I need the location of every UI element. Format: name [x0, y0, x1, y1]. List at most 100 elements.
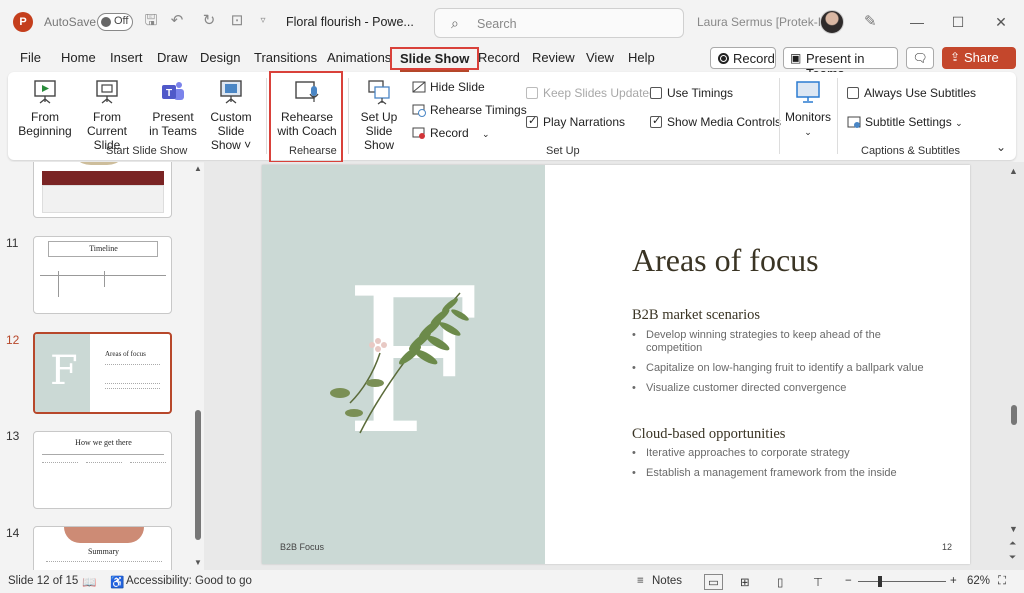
- save-icon[interactable]: 🖫: [142, 12, 160, 30]
- maximize-icon[interactable]: ☐: [945, 9, 971, 35]
- show-media-controls-checkbox[interactable]: Show Media Controls: [650, 114, 781, 129]
- search-box[interactable]: ⌕ Search: [434, 8, 684, 38]
- tab-file[interactable]: File: [20, 50, 41, 65]
- chevron-down-icon: ⌄: [955, 118, 963, 128]
- zoom-out-icon[interactable]: −: [845, 575, 852, 587]
- present-icon[interactable]: ⊡: [228, 12, 246, 30]
- teams-icon: ▣: [790, 51, 802, 65]
- section-heading-b2b[interactable]: B2B market scenarios: [632, 307, 760, 324]
- spelling-icon[interactable]: 📖: [82, 575, 96, 589]
- tab-slide-show[interactable]: Slide Show: [390, 47, 480, 72]
- tab-view[interactable]: View: [586, 50, 614, 65]
- comments-button[interactable]: 🗨: [906, 47, 934, 69]
- undo-icon[interactable]: ↶: [168, 12, 186, 30]
- table-body: [42, 185, 164, 213]
- tab-transitions[interactable]: Transitions: [254, 50, 317, 65]
- hide-slide-button[interactable]: Hide Slide: [412, 80, 485, 94]
- section-heading-cloud[interactable]: Cloud-based opportunities: [632, 426, 785, 443]
- scroll-down-icon[interactable]: ▼: [194, 558, 202, 567]
- tab-design[interactable]: Design: [200, 50, 240, 65]
- ribbon: From Beginning From Current Slide T Pres…: [8, 72, 1016, 160]
- present-in-teams-button[interactable]: ▣ Present in Teams: [783, 47, 898, 81]
- comment-icon: 🗨: [912, 51, 928, 65]
- slide-number: 13: [6, 429, 20, 443]
- tab-draw[interactable]: Draw: [157, 50, 187, 65]
- zoom-in-icon[interactable]: +: [950, 575, 957, 587]
- zoom-slider-thumb[interactable]: [878, 576, 882, 587]
- group-label-set-up: Set Up: [546, 145, 580, 157]
- user-name[interactable]: Laura Sermus [Protek-IT]: [697, 15, 832, 29]
- zoom-slider[interactable]: [858, 581, 946, 582]
- autosave-toggle[interactable]: Off: [97, 13, 133, 31]
- custom-slide-show-button[interactable]: Custom Slide Show ˅: [198, 78, 264, 152]
- from-current-slide-button[interactable]: From Current Slide: [74, 78, 140, 152]
- scroll-up-icon[interactable]: ▲: [194, 164, 202, 173]
- record-dropdown[interactable]: Record ⌄: [412, 126, 490, 140]
- use-timings-checkbox[interactable]: Use Timings: [650, 86, 733, 100]
- timer-icon: [412, 104, 426, 117]
- thumbnails-scroll-thumb[interactable]: [195, 410, 201, 540]
- bullet-list-cloud[interactable]: Iterative approaches to corporate strate…: [632, 447, 932, 487]
- redo-icon[interactable]: ↻: [200, 12, 218, 30]
- from-beginning-button[interactable]: From Beginning: [18, 78, 72, 138]
- set-up-slide-show-button[interactable]: Set Up Slide Show: [350, 78, 408, 152]
- scroll-up-icon[interactable]: ▲: [1009, 166, 1018, 176]
- document-title: Floral flourish - Powe...: [286, 15, 414, 29]
- tab-help[interactable]: Help: [628, 50, 655, 65]
- keep-slides-updated-checkbox[interactable]: Keep Slides Updated: [526, 86, 656, 100]
- record-button[interactable]: Record: [710, 47, 776, 69]
- accessibility-icon[interactable]: ♿: [110, 575, 124, 589]
- autosave-label: AutoSave: [44, 15, 97, 29]
- present-in-teams-ribbon-button[interactable]: T Present in Teams: [148, 78, 198, 138]
- accessibility-status[interactable]: Accessibility: Good to go: [126, 575, 252, 587]
- slide-sorter-icon[interactable]: ⊞: [740, 575, 750, 589]
- bullet-list-b2b[interactable]: Develop winning strategies to keep ahead…: [632, 329, 932, 402]
- notes-button[interactable]: Notes: [652, 575, 682, 587]
- pen-icon[interactable]: ✎: [864, 12, 877, 30]
- share-button[interactable]: ⇪ Share: [942, 47, 1016, 69]
- toggle-knob: [101, 17, 111, 27]
- teams-icon: T: [162, 82, 184, 100]
- editor-scroll-thumb[interactable]: [1011, 405, 1017, 425]
- minimize-icon[interactable]: —: [904, 9, 930, 35]
- next-slide-icon[interactable]: ⏷: [1009, 552, 1016, 563]
- tab-review[interactable]: Review: [532, 50, 575, 65]
- tab-record[interactable]: Record: [478, 50, 520, 65]
- subtitle-settings-dropdown[interactable]: Subtitle Settings ⌄: [847, 115, 963, 129]
- slide-thumbnail-11[interactable]: Timeline: [33, 236, 172, 314]
- avatar[interactable]: [820, 10, 844, 34]
- slide-title[interactable]: Areas of focus: [632, 242, 819, 279]
- notes-icon[interactable]: ≡: [637, 575, 644, 587]
- group-divider: [837, 78, 838, 154]
- reading-view-icon[interactable]: ▯: [777, 575, 783, 589]
- group-divider: [266, 78, 267, 154]
- scroll-down-icon[interactable]: ▼: [1009, 524, 1018, 534]
- qat-customize-icon[interactable]: ▿: [254, 12, 272, 30]
- slideshow-view-icon[interactable]: ⊤: [813, 575, 823, 589]
- slide-thumbnail-14[interactable]: Summary: [33, 526, 172, 570]
- collapse-ribbon-icon[interactable]: ⌄: [996, 140, 1006, 154]
- list-item: Capitalize on low-hanging fruit to ident…: [632, 362, 932, 375]
- normal-view-icon[interactable]: ▭: [704, 574, 723, 590]
- monitors-button[interactable]: Monitors ⌄: [782, 78, 834, 139]
- tab-home[interactable]: Home: [61, 50, 96, 65]
- previous-slide-icon[interactable]: ⏶: [1009, 538, 1016, 549]
- slide-thumbnail-13[interactable]: How we get there: [33, 431, 172, 509]
- slide-thumbnail-10[interactable]: [33, 162, 172, 218]
- share-icon: ⇪: [950, 50, 961, 64]
- tab-animations[interactable]: Animations: [327, 50, 391, 65]
- rehearse-highlight: [269, 71, 343, 163]
- fit-to-window-icon[interactable]: ⛶: [998, 575, 1006, 588]
- fern-illustration: [330, 292, 469, 434]
- setup-show-icon: [368, 80, 390, 105]
- chevron-down-icon: ⌄: [482, 129, 490, 139]
- rehearse-timings-button[interactable]: Rehearse Timings: [412, 103, 527, 117]
- current-slide[interactable]: F B2B Focus 12 Areas of focus B2B market…: [262, 165, 970, 564]
- tab-insert[interactable]: Insert: [110, 50, 143, 65]
- play-narrations-checkbox[interactable]: Play Narrations: [526, 114, 625, 129]
- always-use-subtitles-checkbox[interactable]: Always Use Subtitles: [847, 86, 976, 100]
- close-icon[interactable]: ✕: [988, 9, 1014, 35]
- thumb-title: How we get there: [75, 438, 132, 447]
- zoom-level[interactable]: 62%: [967, 575, 990, 587]
- slide-thumbnail-12[interactable]: F Areas of focus: [33, 332, 172, 414]
